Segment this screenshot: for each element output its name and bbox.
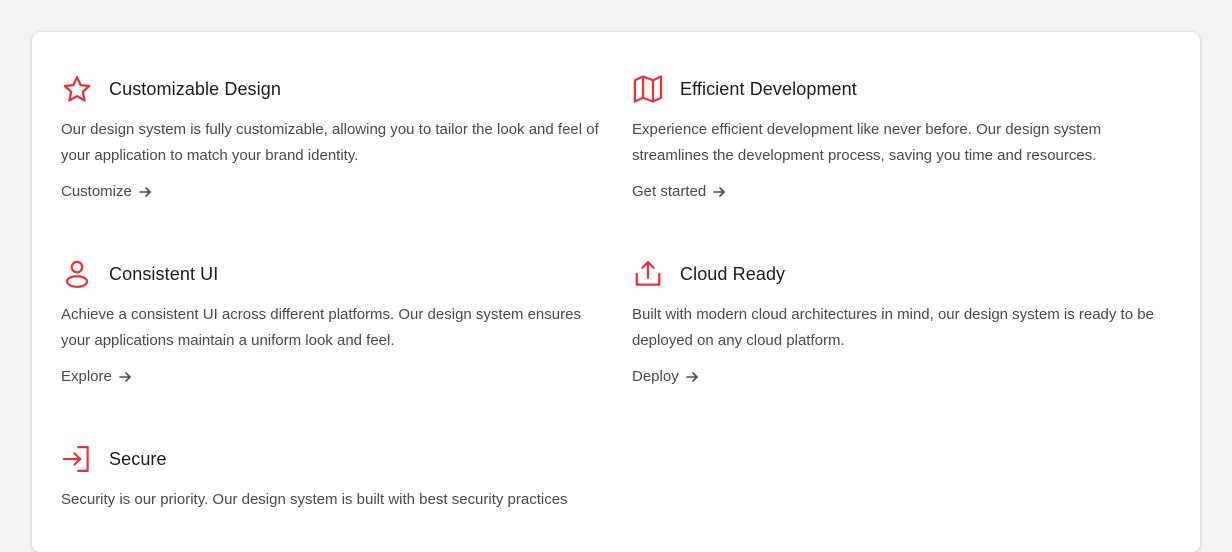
feature-title: Secure (109, 448, 167, 469)
upload-icon (632, 258, 664, 290)
explore-link[interactable]: Explore (61, 368, 132, 385)
map-icon (632, 73, 664, 105)
feature-consistent-ui: Consistent UI Achieve a consistent UI ac… (61, 258, 606, 386)
link-label: Deploy (632, 368, 679, 385)
feature-description: Achieve a consistent UI across different… (61, 306, 581, 349)
deploy-link[interactable]: Deploy (632, 368, 699, 385)
feature-header: Efficient Development (632, 73, 1177, 105)
arrow-right-icon (118, 370, 132, 384)
feature-secure: Secure Security is our priority. Our des… (61, 443, 606, 513)
features-card: Customizable Design Our design system is… (32, 32, 1200, 552)
feature-description: Security is our priority. Our design sys… (61, 491, 568, 508)
arrow-right-icon (712, 185, 726, 199)
get-started-link[interactable]: Get started (632, 183, 726, 200)
feature-efficient-development: Efficient Development Experience efficie… (632, 73, 1177, 201)
feature-description: Built with modern cloud architectures in… (632, 306, 1154, 349)
feature-header: Customizable Design (61, 73, 606, 105)
feature-header: Secure (61, 443, 606, 475)
feature-title: Cloud Ready (680, 263, 786, 284)
sign-in-icon (61, 443, 93, 475)
feature-header: Cloud Ready (632, 258, 1177, 290)
arrow-right-icon (138, 185, 152, 199)
star-icon (61, 73, 93, 105)
link-label: Get started (632, 183, 707, 200)
arrow-right-icon (685, 370, 699, 384)
feature-title: Customizable Design (109, 78, 281, 99)
feature-title: Consistent UI (109, 263, 219, 284)
user-icon (61, 258, 93, 290)
feature-description: Experience efficient development like ne… (632, 121, 1102, 164)
feature-cloud-ready: Cloud Ready Built with modern cloud arch… (632, 258, 1177, 386)
feature-customizable-design: Customizable Design Our design system is… (61, 73, 606, 201)
customize-link[interactable]: Customize (61, 183, 152, 200)
link-label: Explore (61, 368, 112, 385)
feature-header: Consistent UI (61, 258, 606, 290)
feature-title: Efficient Development (680, 78, 857, 99)
feature-description: Our design system is fully customizable,… (61, 121, 599, 164)
link-label: Customize (61, 183, 132, 200)
